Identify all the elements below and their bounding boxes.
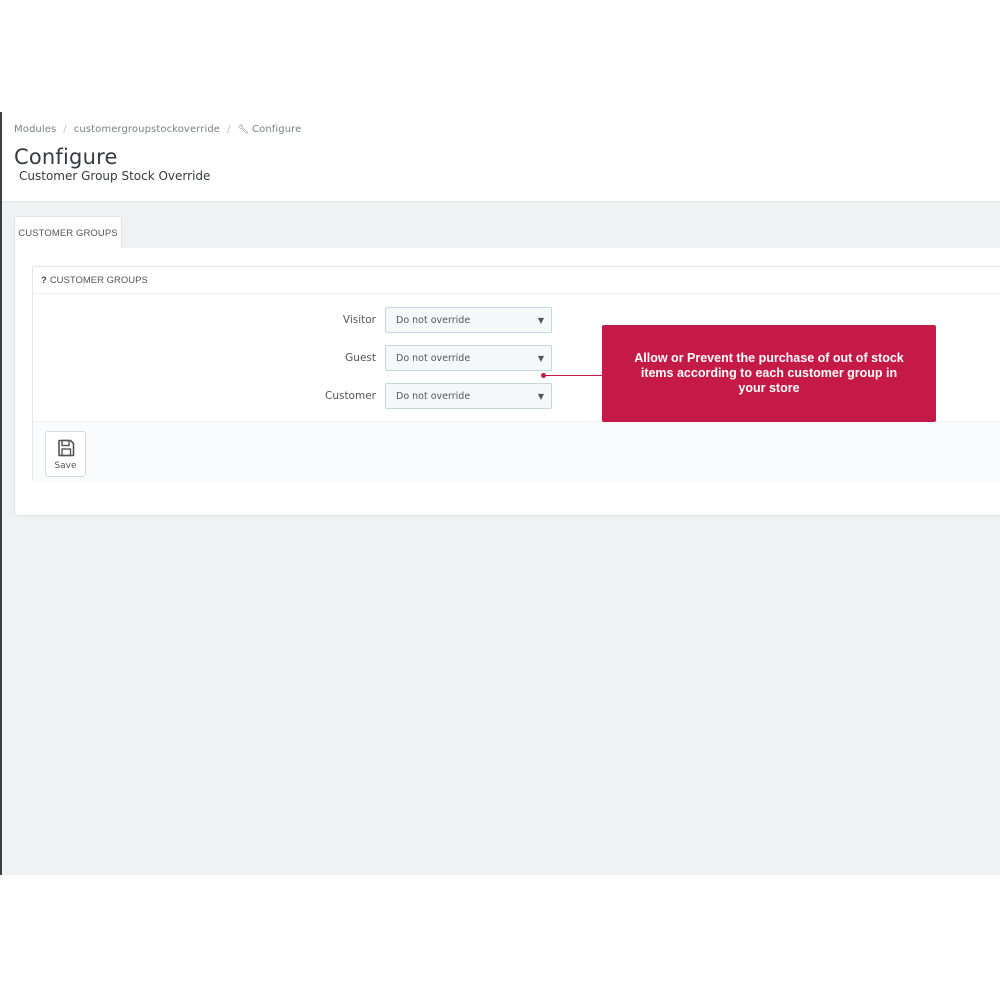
admin-app: Modules / customergroupstockoverride / 🔧… [0, 112, 1000, 875]
page-header: Modules / customergroupstockoverride / 🔧… [2, 112, 1000, 202]
panel-heading: ? CUSTOMER GROUPS [33, 267, 1000, 294]
sidebar-edge [0, 112, 2, 875]
callout-pointer-line [545, 375, 603, 376]
customer-select[interactable]: Do not override ▼ [385, 383, 552, 409]
breadcrumb: Modules / customergroupstockoverride / 🔧… [14, 124, 301, 135]
caret-down-icon: ▼ [537, 392, 544, 401]
customer-select-value: Do not override [396, 390, 471, 402]
panel-footer: Save [33, 421, 1000, 482]
visitor-select[interactable]: Do not override ▼ [385, 307, 552, 333]
caret-down-icon: ▼ [537, 316, 544, 325]
breadcrumb-modules[interactable]: Modules [14, 124, 56, 135]
guest-select-value: Do not override [396, 352, 471, 364]
breadcrumb-module[interactable]: customergroupstockoverride [74, 124, 220, 135]
breadcrumb-configure: Configure [252, 124, 302, 135]
breadcrumb-separator: / [227, 124, 231, 135]
breadcrumb-separator: / [63, 124, 67, 135]
tab-customer-groups[interactable]: CUSTOMER GROUPS [14, 216, 122, 250]
annotation-callout: Allow or Prevent the purchase of out of … [602, 325, 936, 422]
guest-select[interactable]: Do not override ▼ [385, 345, 552, 371]
save-button[interactable]: Save [45, 431, 86, 477]
wrench-icon: 🔧︎ [237, 124, 250, 135]
guest-label: Guest [345, 352, 376, 364]
caret-down-icon: ▼ [537, 354, 544, 363]
customer-label: Customer [324, 390, 376, 402]
page-title: Configure [14, 145, 118, 169]
tab-strip: CUSTOMER GROUPS [14, 216, 1000, 250]
visitor-select-value: Do not override [396, 314, 471, 326]
floppy-disk-icon [57, 439, 74, 456]
save-label: Save [54, 460, 77, 471]
question-icon: ? [41, 274, 47, 286]
page-subtitle: Customer Group Stock Override [19, 169, 211, 183]
panel-heading-label: CUSTOMER GROUPS [49, 274, 148, 286]
callout-text: Allow or Prevent the purchase of out of … [634, 351, 904, 395]
visitor-label: Visitor [342, 314, 376, 326]
